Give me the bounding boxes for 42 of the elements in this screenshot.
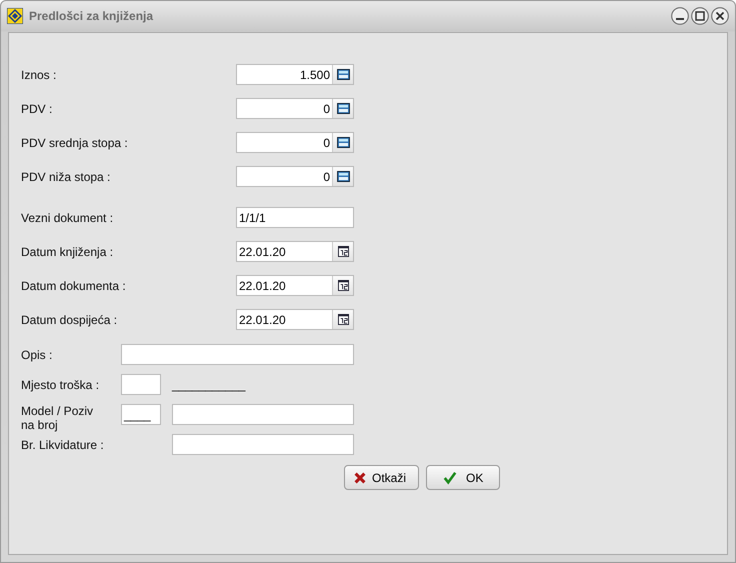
amount-field[interactable]: 0 — [236, 132, 354, 153]
text-field[interactable]: 1/1/1 — [236, 207, 354, 228]
date-field[interactable]: 22.01.20 — [236, 275, 354, 296]
text-field[interactable] — [121, 344, 354, 365]
calculator-icon[interactable] — [336, 69, 350, 80]
field-label: Opis : — [21, 348, 54, 362]
field-label: Mjesto troška : — [21, 378, 100, 392]
field-label: Iznos : — [21, 68, 58, 82]
maximize-icon[interactable] — [691, 6, 709, 24]
amount-field[interactable]: 0 — [236, 166, 354, 187]
calendar-icon[interactable] — [338, 246, 348, 257]
field-label: Datum dokumenta : — [21, 278, 127, 292]
field-label: PDV niža stopa : — [21, 170, 112, 184]
input-field[interactable] — [121, 374, 161, 395]
calculator-icon[interactable] — [336, 103, 350, 114]
calculator-icon[interactable] — [336, 137, 350, 148]
minimize-icon[interactable] — [671, 6, 689, 24]
amount-field[interactable]: 1.500 — [236, 64, 354, 85]
cancel-button[interactable]: Otkaži — [344, 465, 419, 490]
close-icon[interactable] — [711, 6, 729, 24]
field-label: Vezni dokument : — [21, 210, 114, 224]
calendar-icon[interactable] — [338, 280, 348, 291]
amount-field[interactable]: 0 — [236, 98, 354, 119]
field-label: Model / Poziv na broj — [21, 404, 94, 432]
checkmark-icon — [443, 470, 457, 484]
calculator-icon[interactable] — [336, 171, 350, 182]
field-label: PDV srednja stopa : — [21, 136, 129, 150]
date-field[interactable]: 22.01.20 — [236, 309, 354, 330]
calendar-icon[interactable] — [338, 314, 348, 325]
field-label: Datum dospijeća : — [21, 312, 118, 326]
date-field[interactable]: 22.01.20 — [236, 241, 354, 262]
field-label: Datum knjiženja : — [21, 244, 114, 258]
cross-icon — [353, 470, 367, 484]
input-field[interactable]: ____ — [121, 404, 161, 425]
ok-button[interactable]: OK — [426, 465, 500, 490]
field-label: PDV : — [21, 102, 54, 116]
placeholder-line: ___________ — [172, 378, 246, 392]
input-field[interactable] — [172, 434, 354, 455]
field-label: Br. Likvidature : — [21, 438, 105, 452]
input-field[interactable] — [172, 404, 354, 425]
app-logo-icon — [7, 8, 23, 24]
window-title: Predlošci za knjiženja — [29, 8, 154, 22]
